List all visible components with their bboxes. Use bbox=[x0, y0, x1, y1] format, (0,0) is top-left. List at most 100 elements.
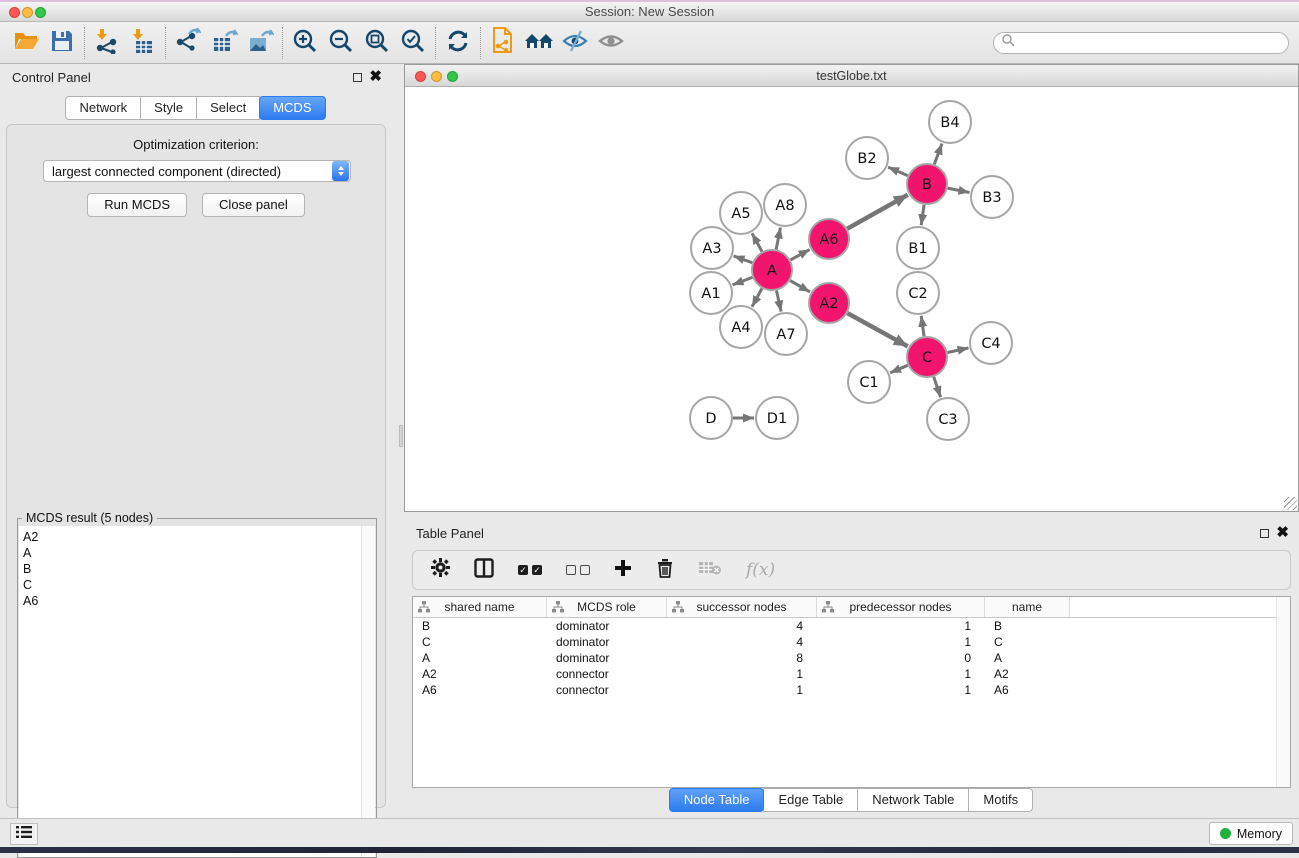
table-cell[interactable]: 1 bbox=[817, 682, 985, 698]
table-cell[interactable]: 1 bbox=[817, 634, 985, 650]
network-graph-canvas[interactable]: AA1A2A3A4A5A6A7A8BB1B2B3B4CC1C2C3C4DD1 bbox=[405, 88, 1298, 511]
table-cell[interactable]: 1 bbox=[817, 666, 985, 682]
table-cell[interactable]: A bbox=[985, 650, 1070, 666]
export-image-button[interactable] bbox=[242, 26, 278, 60]
refresh-button[interactable] bbox=[440, 26, 476, 60]
table-cell[interactable]: A6 bbox=[985, 682, 1070, 698]
open-file-button[interactable] bbox=[8, 26, 44, 60]
memory-button[interactable]: Memory bbox=[1209, 822, 1293, 845]
edge-A6-B[interactable] bbox=[847, 195, 908, 229]
show-all-button[interactable] bbox=[593, 26, 629, 60]
minimize-window-button[interactable] bbox=[22, 7, 33, 18]
resize-grip-icon[interactable] bbox=[1284, 497, 1297, 510]
edge-A-A2[interactable] bbox=[790, 281, 810, 292]
table-row[interactable]: Bdominator41B bbox=[413, 618, 1290, 634]
import-network-button[interactable] bbox=[89, 26, 125, 60]
edge-A-A5[interactable] bbox=[752, 233, 762, 251]
run-mcds-button[interactable]: Run MCDS bbox=[87, 193, 187, 217]
close-table-panel-icon[interactable]: ✖ bbox=[1276, 528, 1289, 538]
import-table-button[interactable] bbox=[125, 26, 161, 60]
save-session-button[interactable] bbox=[44, 26, 80, 60]
column-header-MCDS-role[interactable]: MCDS role bbox=[547, 597, 667, 617]
network-minimize-button[interactable] bbox=[431, 71, 442, 82]
tab-mcds[interactable]: MCDS bbox=[259, 96, 325, 120]
table-scrollbar[interactable] bbox=[1276, 597, 1290, 787]
edge-B-B4[interactable] bbox=[934, 144, 942, 165]
zoom-window-button[interactable] bbox=[35, 7, 46, 18]
float-panel-icon[interactable] bbox=[353, 73, 362, 82]
mcds-result-item[interactable]: C bbox=[23, 577, 363, 593]
column-header-successor-nodes[interactable]: successor nodes bbox=[667, 597, 817, 617]
edge-B-B2[interactable] bbox=[888, 167, 908, 176]
table-cell[interactable]: connector bbox=[547, 682, 667, 698]
zoom-out-button[interactable] bbox=[323, 26, 359, 60]
table-cell[interactable]: 8 bbox=[667, 650, 817, 666]
tab-network[interactable]: Network bbox=[65, 96, 141, 120]
search-field[interactable] bbox=[993, 32, 1289, 54]
edge-A2-C[interactable] bbox=[847, 313, 907, 346]
table-cell[interactable]: A6 bbox=[413, 682, 547, 698]
table-cell[interactable]: 1 bbox=[817, 618, 985, 634]
table-cell[interactable]: dominator bbox=[547, 634, 667, 650]
column-header-name[interactable]: name bbox=[985, 597, 1070, 617]
deselect-all-columns-button[interactable] bbox=[566, 565, 590, 575]
vertical-splitter-grip[interactable] bbox=[399, 425, 403, 447]
table-cell[interactable]: C bbox=[985, 634, 1070, 650]
hide-selected-button[interactable] bbox=[557, 26, 593, 60]
table-row[interactable]: A6connector11A6 bbox=[413, 682, 1290, 698]
export-network-button[interactable] bbox=[170, 26, 206, 60]
edge-A-A6[interactable] bbox=[790, 250, 809, 260]
table-cell[interactable]: dominator bbox=[547, 618, 667, 634]
edge-C-C3[interactable] bbox=[934, 377, 941, 397]
edge-C-C1[interactable] bbox=[890, 365, 908, 373]
search-input[interactable] bbox=[1015, 36, 1288, 50]
export-table-button[interactable] bbox=[206, 26, 242, 60]
zoom-fit-button[interactable] bbox=[359, 26, 395, 60]
result-scrollbar[interactable] bbox=[361, 526, 375, 857]
table-row[interactable]: Adominator80A bbox=[413, 650, 1290, 666]
close-panel-icon[interactable]: ✖ bbox=[369, 72, 382, 82]
create-column-button[interactable] bbox=[614, 559, 632, 582]
show-panels-button[interactable] bbox=[10, 823, 38, 845]
table-settings-button[interactable] bbox=[431, 558, 450, 582]
column-header-shared-name[interactable]: shared name bbox=[413, 597, 547, 617]
edge-A-A7[interactable] bbox=[776, 291, 781, 312]
table-row[interactable]: Cdominator41C bbox=[413, 634, 1290, 650]
toggle-columns-button[interactable] bbox=[474, 558, 494, 583]
mcds-result-item[interactable]: A6 bbox=[23, 593, 363, 609]
table-cell[interactable]: A bbox=[413, 650, 547, 666]
close-window-button[interactable] bbox=[9, 7, 20, 18]
edge-C-C2[interactable] bbox=[921, 316, 924, 336]
table-cell[interactable]: C bbox=[413, 634, 547, 650]
table-cell[interactable]: 0 bbox=[817, 650, 985, 666]
edge-A-A4[interactable] bbox=[752, 288, 762, 306]
delete-column-button[interactable] bbox=[656, 558, 674, 583]
tab-style[interactable]: Style bbox=[140, 96, 197, 120]
mcds-result-item[interactable]: B bbox=[23, 561, 363, 577]
table-cell[interactable]: 4 bbox=[667, 634, 817, 650]
edge-B-B3[interactable] bbox=[948, 188, 970, 192]
function-builder-button[interactable]: f(x) bbox=[746, 560, 775, 580]
new-network-from-selection-button[interactable] bbox=[485, 26, 521, 60]
delete-table-button[interactable] bbox=[698, 559, 722, 582]
tab-motifs[interactable]: Motifs bbox=[968, 788, 1033, 812]
table-cell[interactable]: 4 bbox=[667, 618, 817, 634]
edge-A-A1[interactable] bbox=[733, 277, 753, 284]
table-cell[interactable]: A2 bbox=[985, 666, 1070, 682]
tab-edge-table[interactable]: Edge Table bbox=[763, 788, 858, 812]
edge-A-A8[interactable] bbox=[776, 228, 780, 250]
tab-network-table[interactable]: Network Table bbox=[857, 788, 969, 812]
table-cell[interactable]: 1 bbox=[667, 666, 817, 682]
tab-node-table[interactable]: Node Table bbox=[669, 788, 765, 812]
tab-select[interactable]: Select bbox=[196, 96, 260, 120]
zoom-in-button[interactable] bbox=[287, 26, 323, 60]
table-row[interactable]: A2connector11A2 bbox=[413, 666, 1290, 682]
table-cell[interactable]: dominator bbox=[547, 650, 667, 666]
table-cell[interactable]: B bbox=[985, 618, 1070, 634]
table-cell[interactable]: A2 bbox=[413, 666, 547, 682]
edge-B-B1[interactable] bbox=[921, 205, 924, 225]
first-neighbors-button[interactable] bbox=[521, 26, 557, 60]
edge-A-A3[interactable] bbox=[734, 256, 753, 263]
edge-C-C4[interactable] bbox=[948, 348, 969, 353]
network-zoom-button[interactable] bbox=[447, 71, 458, 82]
